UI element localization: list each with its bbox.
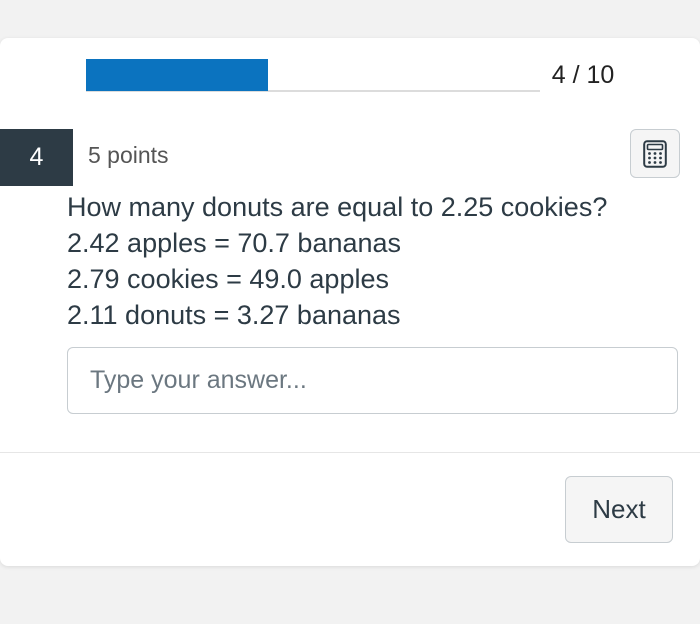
answer-input[interactable]: [67, 347, 678, 414]
question-fact: 2.79 cookies = 49.0 apples: [67, 264, 389, 294]
progress-bar: [86, 59, 540, 92]
question-points: 5 points: [88, 142, 169, 168]
question-prompt: How many donuts are equal to 2.25 cookie…: [67, 192, 608, 222]
question-fact: 2.42 apples = 70.7 bananas: [67, 228, 402, 258]
progress-bar-fill: [86, 59, 268, 91]
footer-divider: [0, 452, 700, 453]
progress-count: 4 / 10: [551, 61, 615, 89]
question-text: How many donuts are equal to 2.25 cookie…: [67, 189, 687, 333]
calculator-icon: [643, 139, 667, 168]
question-number-badge: 4: [0, 129, 73, 186]
calculator-button[interactable]: [630, 129, 680, 178]
question-fact: 2.11 donuts = 3.27 bananas: [67, 300, 401, 330]
next-button[interactable]: Next: [565, 476, 673, 543]
